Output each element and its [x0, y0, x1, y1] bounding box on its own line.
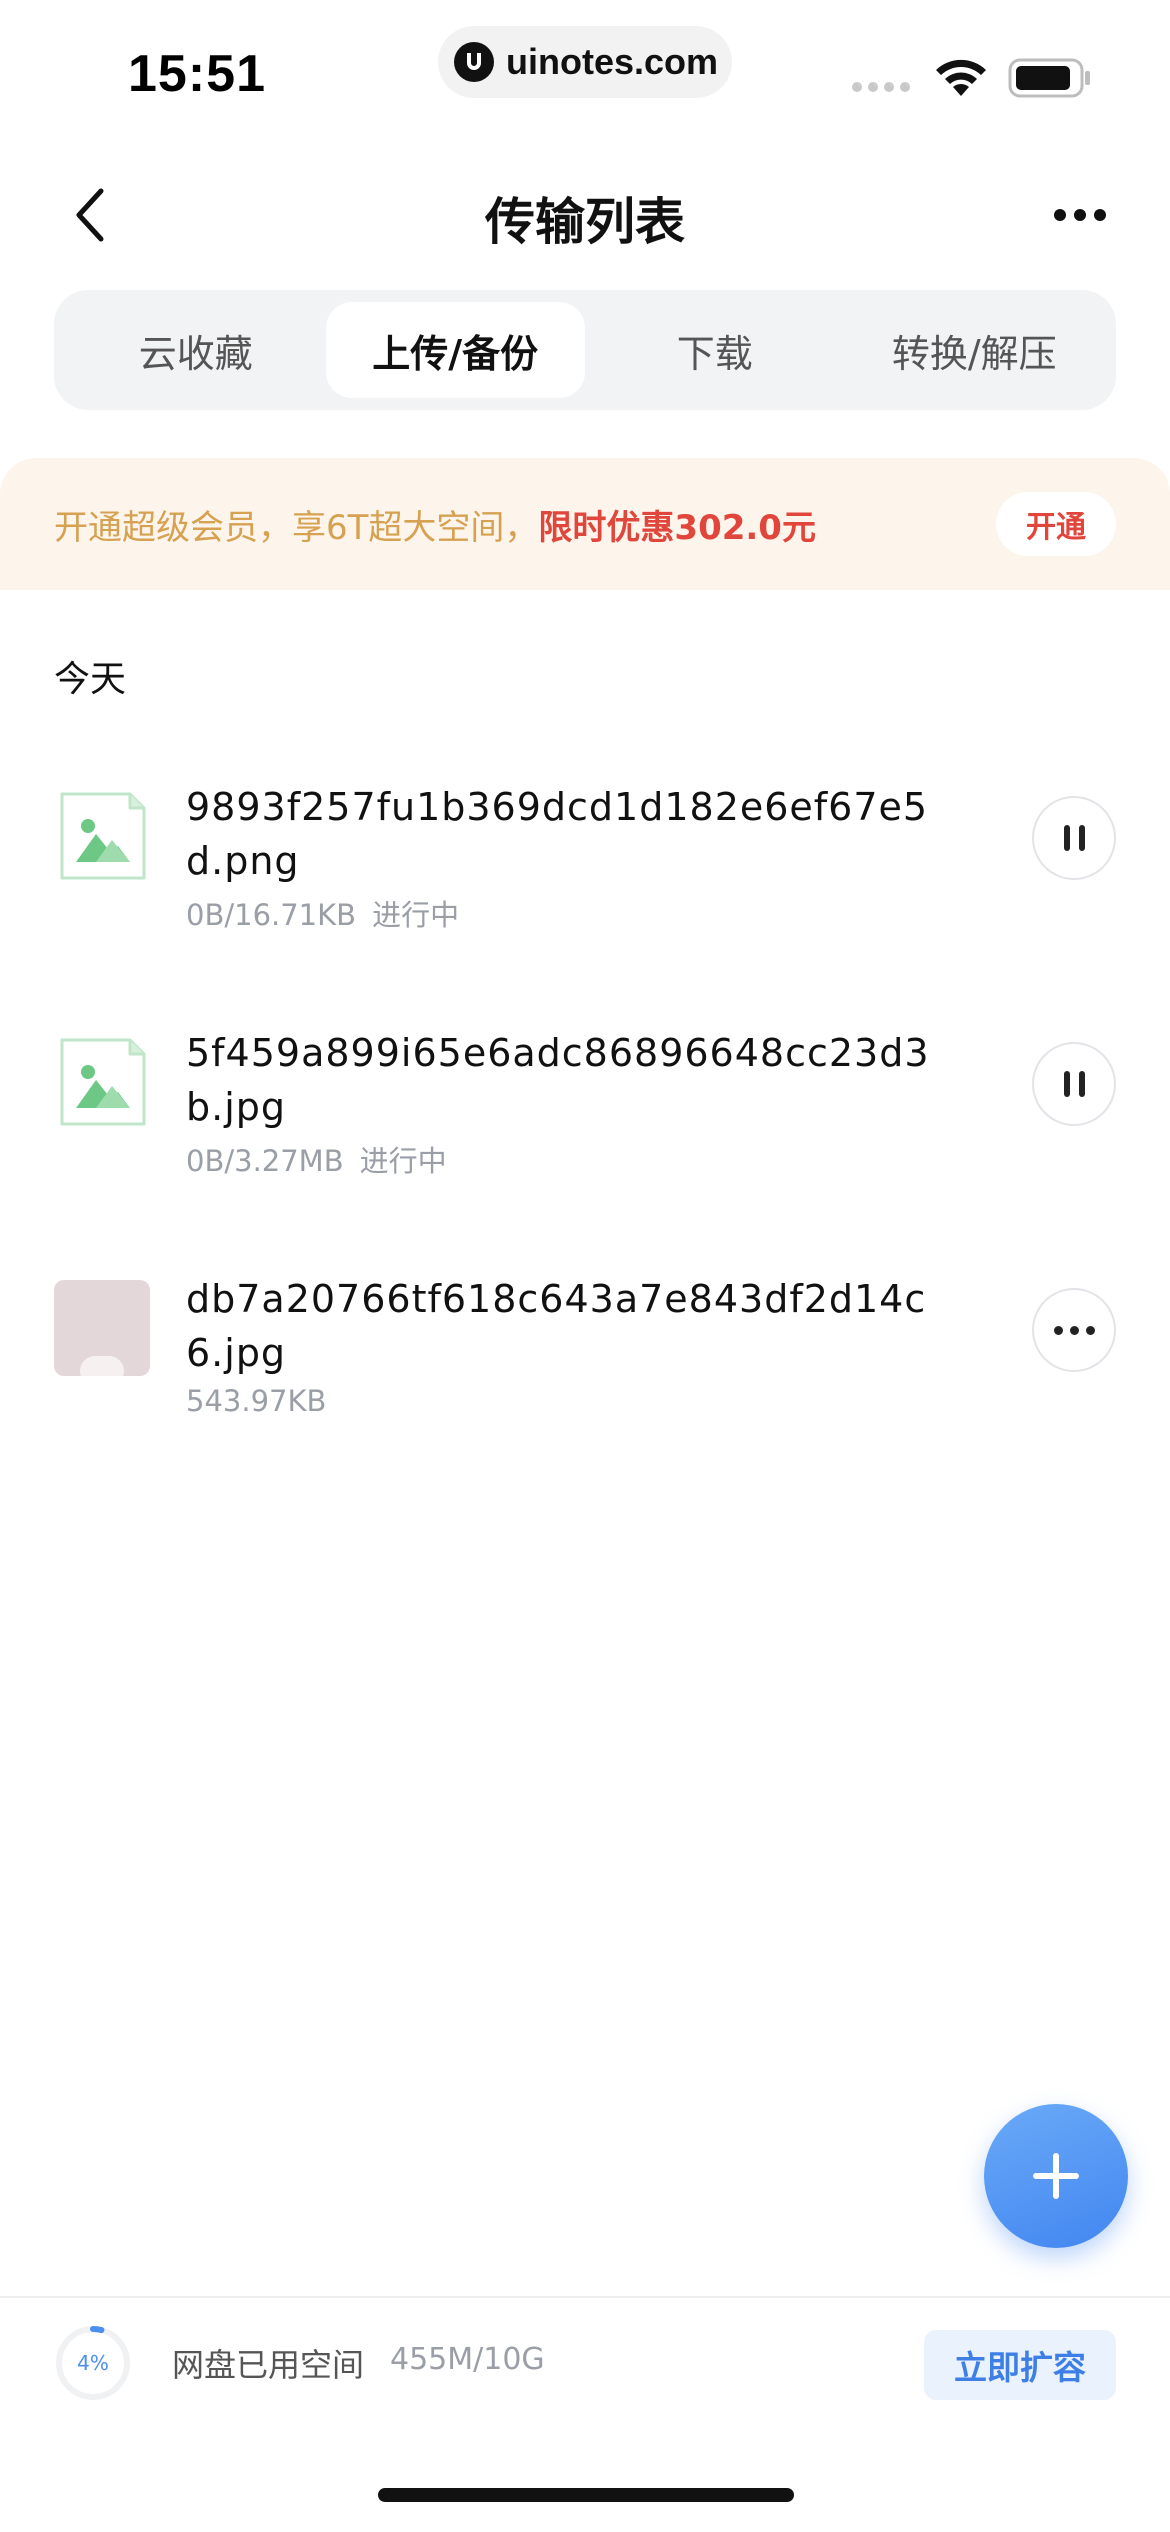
image-file-icon	[54, 788, 150, 884]
signal-icon	[852, 82, 910, 92]
promo-highlight: 限时优惠302.0元	[538, 507, 816, 548]
status-time: 15:51	[128, 45, 266, 103]
expand-storage-button[interactable]: 立即扩容	[924, 2330, 1116, 2400]
promo-banner[interactable]: 开通超级会员，享6T超大空间， 限时优惠302.0元 开通	[0, 458, 1170, 590]
page-title: 传输列表	[485, 193, 685, 251]
image-thumbnail	[54, 1280, 150, 1376]
more-icon	[1053, 1325, 1095, 1335]
file-status: 进行中	[359, 1144, 447, 1178]
pause-button[interactable]	[1032, 796, 1116, 880]
pause-button[interactable]	[1032, 1042, 1116, 1126]
pause-icon	[1063, 825, 1085, 851]
file-name: 9893f257fu1b369dcd1d182e6ef67e5d.png	[186, 785, 929, 883]
list-item[interactable]: 9893f257fu1b369dcd1d182e6ef67e5d.png 0B/…	[0, 780, 1170, 980]
status-bar: 15:51 uinotes.com	[0, 0, 1170, 140]
file-size: 0B/3.27MB	[186, 1144, 344, 1178]
tab-download[interactable]: 下载	[585, 302, 845, 398]
home-indicator[interactable]	[378, 2488, 794, 2502]
tab-convert-extract[interactable]: 转换/解压	[845, 302, 1105, 398]
file-meta: 543.97KB	[186, 1384, 326, 1418]
add-button[interactable]	[984, 2104, 1128, 2248]
promo-text: 开通超级会员，享6T超大空间，	[54, 507, 539, 548]
section-label-today: 今天	[54, 659, 127, 700]
storage-value: 455M/10G	[390, 2342, 545, 2377]
file-meta: 0B/16.71KB 进行中	[186, 892, 459, 934]
pause-icon	[1063, 1071, 1085, 1097]
file-size: 0B/16.71KB	[186, 898, 357, 932]
battery-icon	[1008, 58, 1092, 102]
file-size: 543.97KB	[186, 1384, 327, 1418]
storage-percent: 4%	[77, 2351, 109, 2375]
storage-label: 网盘已用空间	[172, 2346, 365, 2384]
more-options-button[interactable]	[1032, 1288, 1116, 1372]
file-name: 5f459a899i65e6adc86896648cc23d3b.jpg	[186, 1031, 930, 1129]
nav-bar: 传输列表	[0, 160, 1170, 270]
list-item[interactable]: db7a20766tf618c643a7e843df2d14c6.jpg 543…	[0, 1272, 1170, 1472]
site-logo-icon	[454, 42, 494, 82]
file-meta: 0B/3.27MB 进行中	[186, 1138, 447, 1180]
url-text: uinotes.com	[506, 41, 719, 82]
file-name: db7a20766tf618c643a7e843df2d14c6.jpg	[186, 1277, 927, 1375]
tab-bar: 云收藏 上传/备份 下载 转换/解压	[54, 290, 1116, 410]
divider	[0, 2296, 1170, 2298]
more-icon	[1054, 209, 1066, 221]
activate-button[interactable]: 开通	[996, 492, 1116, 556]
wifi-icon	[932, 56, 990, 102]
list-item[interactable]: 5f459a899i65e6adc86896648cc23d3b.jpg 0B/…	[0, 1026, 1170, 1226]
file-status: 进行中	[372, 898, 460, 932]
tab-upload-backup[interactable]: 上传/备份	[325, 302, 585, 398]
image-file-icon	[54, 1034, 150, 1130]
tab-cloud-favorites[interactable]: 云收藏	[66, 302, 326, 398]
plus-icon	[1033, 2153, 1079, 2199]
more-button[interactable]	[1040, 190, 1120, 240]
url-pill[interactable]: uinotes.com	[438, 26, 732, 98]
